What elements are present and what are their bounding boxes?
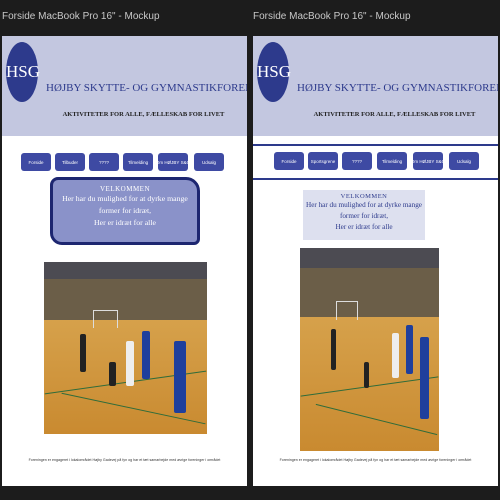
frame-label-left: Forside MacBook Pro 16" - Mockup	[2, 11, 160, 22]
site-title: HØJBY SKYTTE- OG GYMNASTIKFORENING	[46, 82, 247, 94]
nav-om-hojby-button[interactable]: Om HØJBY S&G	[158, 153, 188, 171]
sports-hall-photo	[300, 248, 439, 451]
nav-forside-button[interactable]: Forside	[274, 152, 304, 170]
footer-text: Foreningen er engageret i lokalområdet H…	[279, 458, 472, 462]
nav-tilbuder-button[interactable]: Tilbuder	[55, 153, 85, 171]
mockup-frame-left: HSG HØJBY SKYTTE- OG GYMNASTIKFORENING A…	[2, 36, 247, 486]
welcome-text-line2: Her er idræt for alle	[335, 223, 393, 231]
footer-text: Foreningen er engageret i lokalområdet H…	[28, 458, 221, 462]
nav-sportsgrene-button[interactable]: Sportsgrene	[308, 152, 338, 170]
welcome-heading: VELKOMMEN	[340, 193, 388, 200]
nav-unknown-button[interactable]: ????	[89, 153, 119, 171]
frame-label-right: Forside MacBook Pro 16" - Mockup	[253, 11, 411, 22]
nav-udsalg-button[interactable]: Udsalg	[194, 153, 224, 171]
welcome-text-line2: Her er idræt for alle	[94, 218, 156, 227]
nav-tilmelding-button[interactable]: Tilmelding	[377, 152, 407, 170]
welcome-heading: VELKOMMEN	[100, 185, 150, 193]
main-nav: Forside Sportsgrene ???? Tilmelding Om H…	[253, 144, 498, 180]
main-nav: Forside Tilbuder ???? Tilmelding Om HØJB…	[2, 147, 247, 177]
club-logo[interactable]: HSG	[257, 42, 291, 102]
nav-unknown-button[interactable]: ????	[342, 152, 372, 170]
nav-forside-button[interactable]: Forside	[21, 153, 51, 171]
nav-om-hojby-button[interactable]: Om HØJBY S&G	[413, 152, 443, 170]
sports-hall-photo	[44, 262, 207, 434]
welcome-box: VELKOMMEN Her har du mulighed for at dyr…	[303, 190, 425, 240]
welcome-text-line1: Her har du mulighed for at dyrke mange f…	[306, 201, 422, 220]
welcome-text-line1: Her har du mulighed for at dyrke mange f…	[62, 194, 188, 215]
site-subtitle: AKTIVITETER FOR ALLE, FÆLLESKAB FOR LIVE…	[313, 111, 476, 118]
site-title: HØJBY SKYTTE- OG GYMNASTIKFORENING	[297, 82, 498, 94]
nav-tilmelding-button[interactable]: Tilmelding	[123, 153, 153, 171]
site-subtitle: AKTIVITETER FOR ALLE, FÆLLESKAB FOR LIVE…	[62, 111, 225, 118]
site-header: HSG HØJBY SKYTTE- OG GYMNASTIKFORENING A…	[253, 36, 498, 136]
welcome-box: VELKOMMEN Her har du mulighed for at dyr…	[50, 177, 200, 245]
club-logo[interactable]: HSG	[6, 42, 40, 102]
site-header: HSG HØJBY SKYTTE- OG GYMNASTIKFORENING A…	[2, 36, 247, 136]
nav-udsalg-button[interactable]: Udsalg	[449, 152, 479, 170]
mockup-frame-right: HSG HØJBY SKYTTE- OG GYMNASTIKFORENING A…	[253, 36, 498, 486]
